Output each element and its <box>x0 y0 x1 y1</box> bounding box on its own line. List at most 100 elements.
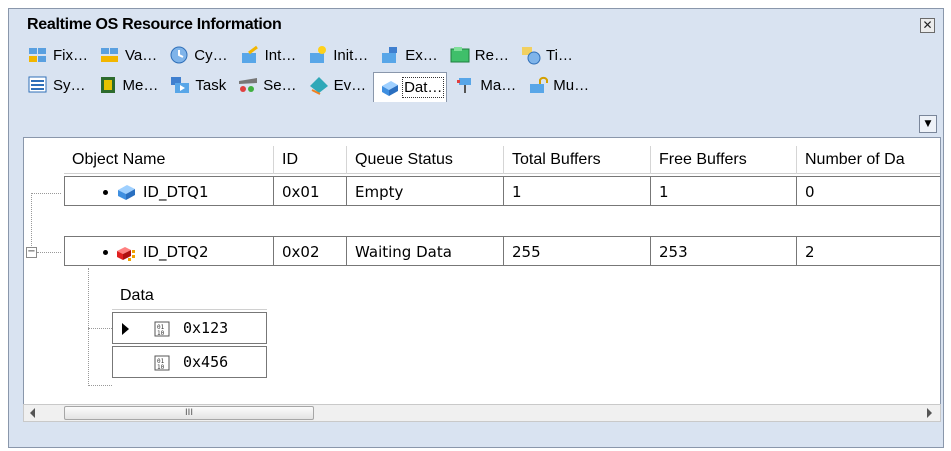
scroll-thumb[interactable]: III <box>64 406 314 420</box>
tab-variable-memory[interactable]: Va… <box>95 42 161 68</box>
col-queue-status[interactable]: Queue Status <box>347 146 504 174</box>
window-title: Realtime OS Resource Information <box>27 16 282 33</box>
data-queue-panel: Object Name ID Queue Status Total Buffer… <box>23 137 941 422</box>
table-row[interactable]: ID_DTQ1 0x01 Empty 1 1 0 <box>64 176 940 206</box>
queue-status-cell: Empty <box>347 176 504 206</box>
id-cell: 0x02 <box>274 236 347 266</box>
init-routine-icon <box>307 45 329 65</box>
free-buffers-cell: 253 <box>651 236 797 266</box>
tab-timer[interactable]: Ti… <box>516 42 577 68</box>
tab-fixed-memory[interactable]: Fix… <box>23 42 92 68</box>
current-row-arrow-icon <box>122 323 129 335</box>
tab-label: Va… <box>125 46 158 64</box>
tab-label: Init… <box>333 46 369 64</box>
cyclic-handler-icon <box>168 45 190 65</box>
variable-memory-icon <box>99 45 121 65</box>
fixed-memory-icon <box>27 45 49 65</box>
tab-eventflag[interactable]: Ev… <box>304 72 371 98</box>
tab-cyclic-handler[interactable]: Cy… <box>164 42 231 68</box>
ready-queue-icon <box>449 45 471 65</box>
col-number-of-data[interactable]: Number of Da <box>797 146 940 174</box>
tab-mutex[interactable]: Mu… <box>523 72 593 98</box>
row-bullet <box>103 250 108 255</box>
tab-label: Ex… <box>405 46 438 64</box>
tab-task[interactable]: Task <box>165 72 230 98</box>
queue-status-cell: Waiting Data <box>347 236 504 266</box>
tab-data-queue[interactable]: Dat… <box>373 72 448 102</box>
tab-semaphore[interactable]: Se… <box>233 72 300 98</box>
tab-label: Ev… <box>333 76 367 94</box>
tab-label: Mu… <box>553 76 590 94</box>
col-id[interactable]: ID <box>274 146 347 174</box>
tab-label: Fix… <box>53 46 88 64</box>
tab-exception[interactable]: Ex… <box>375 42 442 68</box>
tree-line <box>31 193 61 194</box>
tab-label: Dat… <box>402 77 445 98</box>
tab-label: Sy… <box>53 76 86 94</box>
horizontal-scrollbar[interactable]: III <box>23 404 941 422</box>
resource-info-window: Realtime OS Resource Information ✕ Fix… … <box>8 8 944 448</box>
tab-overflow-dropdown[interactable]: ▼ <box>919 115 937 133</box>
interrupt-handler-icon <box>239 45 261 65</box>
data-queue-icon <box>378 78 400 98</box>
tree-line <box>37 252 61 253</box>
close-button[interactable]: ✕ <box>920 18 935 33</box>
data-queue-waiting-icon <box>115 242 137 262</box>
data-value-icon: 01 10 <box>153 320 171 338</box>
scroll-left-icon[interactable] <box>30 408 35 418</box>
task-icon <box>169 75 191 95</box>
data-value: 0x456 <box>183 353 229 371</box>
tab-label: Me… <box>122 76 159 94</box>
tab-system[interactable]: Sy… <box>23 72 90 98</box>
mutex-icon <box>527 75 549 95</box>
semaphore-icon <box>237 75 259 95</box>
data-value: 0x123 <box>183 319 229 337</box>
col-object-name[interactable]: Object Name <box>64 146 274 174</box>
eventflag-icon <box>308 75 330 95</box>
collapse-toggle[interactable]: − <box>26 247 37 258</box>
total-buffers-cell: 1 <box>504 176 651 206</box>
svg-text:10: 10 <box>157 330 165 337</box>
tab-ready-queue[interactable]: Re… <box>445 42 513 68</box>
mailbox-icon <box>454 75 476 95</box>
tab-label: Cy… <box>194 46 228 64</box>
tab-row-2: Sy… Me… Task Se… Ev… Dat… Ma… Mu… <box>23 71 596 102</box>
tab-mailbox[interactable]: Ma… <box>450 72 520 98</box>
data-queue-icon <box>115 182 137 202</box>
tab-label: Se… <box>263 76 297 94</box>
total-buffers-cell: 255 <box>504 236 651 266</box>
tab-label: Task <box>195 76 227 94</box>
tree-line <box>88 268 89 386</box>
svg-text:10: 10 <box>157 364 165 371</box>
col-total-buffers[interactable]: Total Buffers <box>504 146 651 174</box>
tab-memory[interactable]: Me… <box>93 72 163 98</box>
data-value-icon: 01 10 <box>153 354 171 372</box>
object-name-cell: ID_DTQ1 <box>64 176 274 206</box>
data-subtable-row[interactable]: 01 10 0x123 <box>112 312 267 344</box>
data-subtable-header[interactable]: Data <box>112 282 267 310</box>
tab-label: Int… <box>264 46 297 64</box>
number-of-data-cell: 2 <box>797 236 940 266</box>
tree-line <box>88 328 112 329</box>
tree-line <box>88 385 112 386</box>
scroll-right-icon[interactable] <box>927 408 932 418</box>
number-of-data-cell: 0 <box>797 176 940 206</box>
row-bullet <box>103 190 108 195</box>
tab-row-1: Fix… Va… Cy… Int… Init… Ex… Re… Ti… <box>23 41 580 69</box>
table-header: Object Name ID Queue Status Total Buffer… <box>64 146 940 174</box>
system-icon <box>27 75 49 95</box>
table-row[interactable]: ID_DTQ2 0x02 Waiting Data 255 253 2 <box>64 236 940 266</box>
tab-label: Ma… <box>480 76 517 94</box>
object-name-cell: ID_DTQ2 <box>64 236 274 266</box>
tab-interrupt-handler[interactable]: Int… <box>235 42 301 68</box>
data-subtable-row[interactable]: 01 10 0x456 <box>112 346 267 378</box>
col-free-buffers[interactable]: Free Buffers <box>651 146 797 174</box>
tab-label: Ti… <box>545 46 573 64</box>
timer-icon <box>520 45 542 65</box>
memory-icon <box>97 75 119 95</box>
tab-init-routine[interactable]: Init… <box>303 42 372 68</box>
object-name: ID_DTQ1 <box>143 183 209 201</box>
exception-icon <box>379 45 401 65</box>
tree-line <box>31 193 32 248</box>
id-cell: 0x01 <box>274 176 347 206</box>
